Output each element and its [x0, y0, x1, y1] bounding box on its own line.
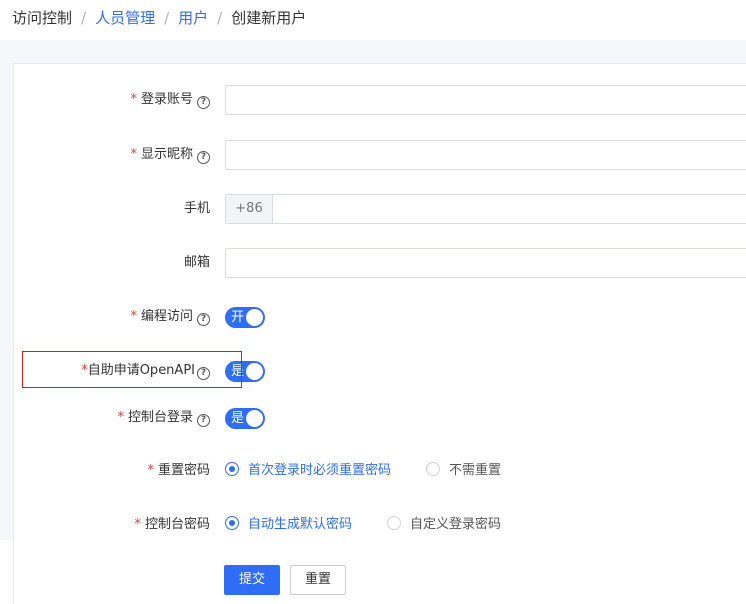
breadcrumb-access-control[interactable]: 访问控制	[12, 9, 72, 27]
breadcrumb-current: 创建新用户	[231, 9, 307, 27]
radio-label: 不需重置	[449, 463, 502, 478]
reset-password-label-text: 重置密码	[157, 463, 210, 478]
breadcrumb-separator: /	[164, 9, 170, 27]
submit-button[interactable]: 提交	[224, 565, 280, 595]
console-password-label: * 控制台密码	[14, 515, 210, 535]
switch-knob	[246, 410, 263, 427]
reset-button[interactable]: 重置	[290, 565, 346, 595]
display-name-input[interactable]	[225, 140, 746, 170]
breadcrumb-personnel[interactable]: 人员管理	[95, 9, 155, 27]
radio-label: 自定义登录密码	[410, 517, 502, 532]
phone-prefix: +86	[226, 195, 273, 223]
switch-knob	[246, 363, 263, 380]
console-password-label-text: 控制台密码	[144, 517, 210, 532]
required-mark: *	[117, 410, 124, 425]
breadcrumb-users[interactable]: 用户	[178, 9, 208, 27]
required-mark: *	[147, 463, 154, 478]
radio-auto-generate-password[interactable]: 自动生成默认密码	[225, 515, 352, 535]
console-login-label: * 控制台登录?	[14, 408, 210, 428]
programmatic-access-label-text: 编程访问	[140, 309, 193, 324]
programmatic-access-label: * 编程访问?	[14, 307, 210, 327]
switch-knob	[246, 309, 263, 326]
breadcrumb-separator: /	[81, 9, 87, 27]
radio-label: 自动生成默认密码	[248, 517, 353, 532]
console-login-label-text: 控制台登录	[127, 410, 193, 425]
required-mark: *	[130, 147, 137, 162]
display-name-label-text: 显示昵称	[140, 147, 193, 162]
reset-password-label: * 重置密码	[14, 461, 210, 481]
help-icon[interactable]: ?	[197, 313, 210, 326]
programmatic-access-switch[interactable]: 开	[225, 307, 265, 328]
form-panel: * 登录账号? * 显示昵称? 手机 +86 邮箱 * 编程访问? 开 *自助申请Op…	[13, 63, 746, 604]
required-mark: *	[130, 92, 137, 107]
radio-reset-on-first-login[interactable]: 首次登录时必须重置密码	[225, 461, 391, 481]
login-account-label-text: 登录账号	[140, 92, 193, 107]
panel-edge	[0, 540, 13, 604]
login-account-label: * 登录账号?	[14, 90, 210, 110]
required-mark: *	[134, 517, 141, 532]
radio-dot	[426, 462, 440, 476]
phone-field[interactable]: +86	[225, 194, 746, 224]
phone-label: 手机	[183, 201, 210, 216]
radio-no-reset[interactable]: 不需重置	[426, 461, 501, 481]
radio-dot	[225, 462, 239, 476]
breadcrumb-separator: /	[217, 9, 223, 27]
switch-text: 开	[231, 310, 245, 325]
help-icon[interactable]: ?	[197, 414, 210, 427]
login-account-input[interactable]	[225, 85, 746, 115]
help-icon[interactable]: ?	[197, 96, 210, 109]
radio-custom-password[interactable]: 自定义登录密码	[387, 515, 501, 535]
email-input[interactable]	[225, 248, 746, 278]
radio-label: 首次登录时必须重置密码	[248, 463, 392, 478]
radio-dot	[387, 516, 401, 530]
email-label: 邮箱	[183, 255, 210, 270]
highlight-box	[22, 351, 242, 388]
console-login-switch[interactable]: 是	[225, 408, 265, 429]
breadcrumb: 访问控制 / 人员管理 / 用户 / 创建新用户	[0, 0, 746, 40]
required-mark: *	[130, 309, 137, 324]
radio-dot	[225, 516, 239, 530]
help-icon[interactable]: ?	[197, 151, 210, 164]
display-name-label: * 显示昵称?	[14, 145, 210, 165]
switch-text: 是	[231, 411, 245, 426]
